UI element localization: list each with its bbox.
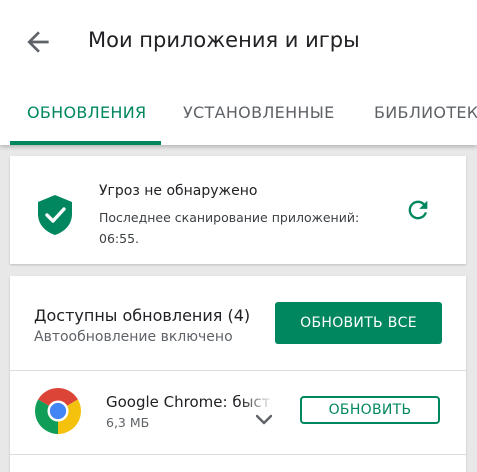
tab-library[interactable]: БИБЛИОТЕКА [374, 103, 477, 122]
text-fade [240, 390, 274, 414]
update-app-button[interactable]: ОБНОВИТЬ [300, 396, 440, 424]
security-card: Угроз не обнаружено Последнее сканирован… [10, 156, 466, 264]
page-title: Мои приложения и игры [88, 28, 360, 52]
app-size: 6,3 МБ [106, 415, 150, 430]
tab-bar: ОБНОВЛЕНИЯ УСТАНОВЛЕННЫЕ БИБЛИОТЕКА [0, 90, 477, 145]
divider [10, 370, 466, 371]
scan-status-title: Угроз не обнаружено [99, 183, 258, 199]
tab-indicator [10, 141, 161, 145]
arrow-back-icon[interactable] [22, 26, 54, 58]
refresh-icon[interactable] [404, 196, 432, 224]
updates-available-title: Доступны обновления (4) [34, 306, 251, 325]
updates-card: Доступны обновления (4) Автообновление в… [10, 276, 466, 472]
divider [10, 454, 466, 455]
chevron-down-icon[interactable] [254, 413, 274, 427]
app-bar: Мои приложения и игры ОБНОВЛЕНИЯ УСТАНОВ… [0, 0, 477, 145]
scan-status-subtitle: Последнее сканирование приложений: 06:55… [99, 210, 360, 246]
auto-update-status: Автообновление включено [34, 329, 233, 345]
update-all-button[interactable]: ОБНОВИТЬ ВСЕ [275, 302, 442, 344]
chrome-icon [35, 388, 81, 434]
tab-installed[interactable]: УСТАНОВЛЕННЫЕ [183, 103, 335, 122]
tab-updates[interactable]: ОБНОВЛЕНИЯ [27, 103, 146, 122]
shield-check-icon [38, 195, 72, 235]
